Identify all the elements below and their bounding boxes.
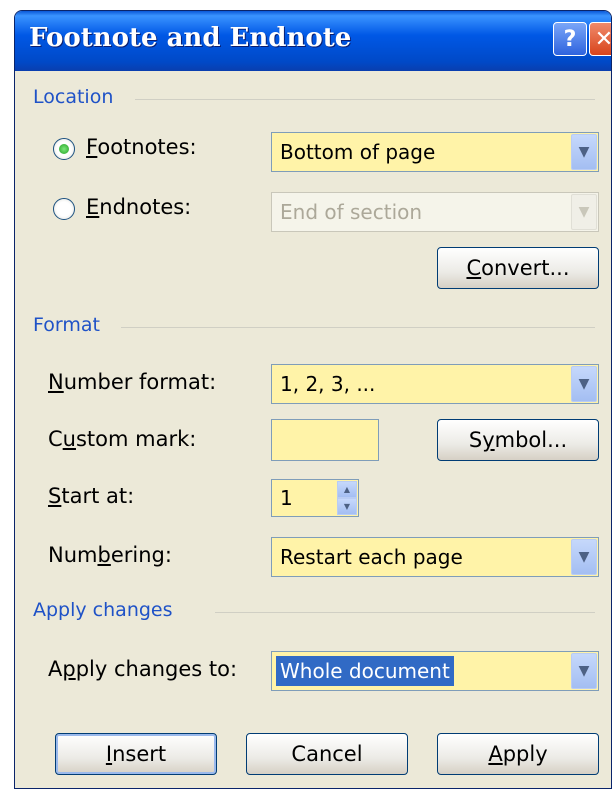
numbering-label: Numbering: [48,543,172,567]
footnotes-label: Footnotes: [86,135,197,159]
convert-button[interactable]: Convert... [437,247,599,289]
number-format-select[interactable]: 1, 2, 3, ... ▼ [271,364,599,404]
endnotes-label: Endnotes: [86,195,192,219]
footnotes-radio[interactable] [53,138,75,160]
start-at-spinner[interactable]: 1 ▲ ▼ [271,479,359,517]
location-divider [135,99,595,100]
close-button[interactable]: ✕ [589,22,612,56]
help-icon: ? [563,26,577,52]
apply-button-label: Apply [488,742,548,766]
location-group-header: Location [33,86,114,108]
chevron-down-icon[interactable]: ▼ [571,134,597,170]
endnotes-position-select: End of section ▼ [271,192,599,232]
apply-changes-group-header: Apply changes [33,599,173,621]
chevron-down-icon[interactable]: ▼ [571,539,597,575]
footnotes-position-select[interactable]: Bottom of page ▼ [271,132,599,172]
number-format-label: Number format: [48,370,217,394]
spinner-buttons: ▲ ▼ [337,481,357,515]
symbol-button[interactable]: Symbol... [437,419,599,461]
apply-changes-divider [215,612,595,613]
symbol-button-label: Symbol... [468,428,568,452]
numbering-value: Restart each page [280,545,463,569]
custom-mark-input[interactable] [271,419,379,461]
apply-button[interactable]: Apply [437,733,599,775]
cancel-button-label: Cancel [291,742,363,766]
apply-changes-to-label: Apply changes to: [48,657,238,681]
number-format-value: 1, 2, 3, ... [280,372,376,396]
insert-button[interactable]: Insert [55,733,217,775]
convert-button-label: Convert... [466,256,570,280]
footnotes-position-value: Bottom of page [280,140,436,164]
chevron-down-icon: ▼ [571,194,597,230]
apply-changes-to-select[interactable]: Whole document ▼ [271,651,599,691]
format-divider [121,327,595,328]
spin-up-icon[interactable]: ▲ [337,481,357,498]
chevron-down-icon[interactable]: ▼ [571,366,597,402]
help-button[interactable]: ? [553,22,587,56]
start-at-value: 1 [280,486,293,510]
dialog-title: Footnote and Endnote [29,23,352,53]
close-icon: ✕ [594,26,612,52]
start-at-label: Start at: [48,484,135,508]
radio-selected-indicator [59,144,69,154]
apply-changes-to-value: Whole document [276,656,454,686]
cancel-button[interactable]: Cancel [246,733,408,775]
title-bar[interactable]: Footnote and Endnote ? ✕ [15,11,611,71]
footnote-endnote-dialog: Footnote and Endnote ? ✕ Location Footno… [14,10,612,789]
format-group-header: Format [33,314,100,336]
endnotes-radio[interactable] [53,198,75,220]
chevron-down-icon[interactable]: ▼ [571,653,597,689]
spin-down-icon[interactable]: ▼ [337,498,357,515]
custom-mark-label: Custom mark: [48,427,197,451]
endnotes-position-value: End of section [280,200,423,224]
insert-button-label: Insert [105,742,167,766]
numbering-select[interactable]: Restart each page ▼ [271,537,599,577]
